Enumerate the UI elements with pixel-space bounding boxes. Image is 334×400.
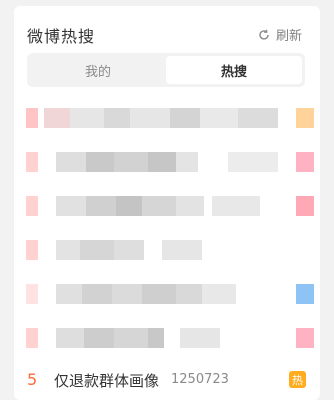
- list-item[interactable]: [14, 96, 320, 140]
- blurred-badge: [296, 328, 314, 348]
- blurred-rank: [26, 152, 38, 172]
- refresh-button[interactable]: 刷新: [258, 25, 302, 44]
- list-item[interactable]: 5 仅退款群体画像 1250723 热: [14, 360, 320, 400]
- card-title: 微博热搜: [27, 27, 96, 46]
- tab-bar: 我的 热搜: [27, 53, 305, 87]
- heat-count: 1250723: [171, 372, 229, 387]
- blurred-badge: [296, 196, 314, 216]
- blurred-badge: [296, 108, 314, 128]
- tab-mine[interactable]: 我的: [30, 56, 166, 84]
- blurred-badge: [296, 152, 314, 172]
- refresh-icon: [259, 29, 269, 40]
- blurred-rank: [26, 108, 38, 128]
- refresh-label: 刷新: [275, 29, 302, 44]
- list-item[interactable]: [14, 272, 320, 316]
- list-item[interactable]: [14, 316, 320, 360]
- card-header: 微博热搜 刷新: [27, 21, 307, 47]
- blurred-rank: [26, 196, 38, 216]
- hot-badge: 热: [289, 371, 306, 388]
- list-item[interactable]: [14, 140, 320, 184]
- tab-hot-search[interactable]: 热搜: [166, 56, 302, 84]
- blurred-topic: [56, 240, 202, 260]
- topic-title[interactable]: 仅退款群体画像: [54, 370, 159, 391]
- list-item[interactable]: [14, 228, 320, 272]
- list-item[interactable]: [14, 184, 320, 228]
- blurred-rank: [26, 328, 38, 348]
- blurred-topic: [56, 284, 236, 304]
- blurred-badge: [296, 284, 314, 304]
- rank-number: 5: [27, 370, 38, 389]
- blurred-topic: [44, 108, 278, 128]
- blurred-topic: [56, 152, 278, 172]
- hot-search-card: 微博热搜 刷新 我的 热搜 5 仅退款群体画像 1250723 热: [14, 6, 320, 400]
- blurred-topic: [56, 196, 260, 216]
- hot-search-list: 5 仅退款群体画像 1250723 热: [14, 96, 320, 400]
- blurred-rank: [26, 240, 38, 260]
- blurred-topic: [56, 328, 220, 348]
- blurred-rank: [26, 284, 38, 304]
